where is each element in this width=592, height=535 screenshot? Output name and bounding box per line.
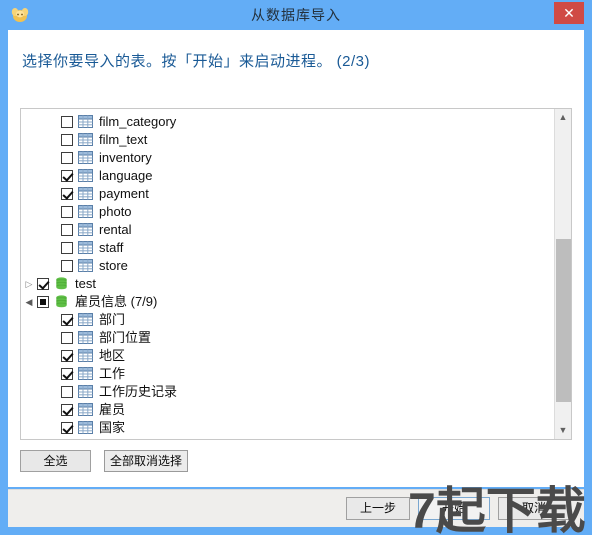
table-icon [78, 259, 93, 273]
table-icon [78, 169, 93, 183]
table-icon [78, 151, 93, 165]
tree-row-label: 部门 [99, 311, 126, 327]
expander-collapsed-icon[interactable]: ▷ [21, 275, 37, 293]
row-checkbox-checked[interactable] [61, 349, 73, 362]
tree-row[interactable]: language [21, 166, 554, 184]
table-icon [78, 421, 93, 435]
table-icon [78, 349, 93, 363]
row-checkbox-checked[interactable] [61, 169, 73, 182]
table-icon [78, 205, 93, 219]
table-icon [78, 115, 93, 129]
tree-row-label: payment [99, 185, 149, 201]
close-icon[interactable]: ✕ [554, 2, 584, 24]
row-checkbox-checked[interactable] [61, 313, 73, 326]
tree-row[interactable]: 国家 [21, 418, 554, 436]
tree-row[interactable]: ◀ 雇员信息 (7/9) [21, 292, 554, 310]
select-all-button[interactable]: 全选 [20, 450, 91, 472]
row-checkbox-checked[interactable] [61, 421, 73, 434]
row-checkbox-checked[interactable] [61, 367, 73, 380]
start-button[interactable]: 开始 [418, 497, 490, 520]
tree-row[interactable]: 工作 [21, 364, 554, 382]
import-from-database-dialog: 从数据库导入 ✕ 选择你要导入的表。按「开始」来启动进程。 (2/3) film… [0, 0, 592, 535]
window-title: 从数据库导入 [251, 7, 341, 23]
tree-row-label: film_text [99, 131, 148, 147]
tree-row[interactable]: 部门 [21, 310, 554, 328]
row-checkbox-checked[interactable] [61, 403, 73, 416]
database-icon [54, 295, 69, 308]
deselect-all-button[interactable]: 全部取消选择 [104, 450, 188, 472]
row-checkbox-partial[interactable] [37, 295, 49, 308]
table-icon [78, 133, 93, 147]
tree-row[interactable]: 工作历史记录 [21, 382, 554, 400]
table-icon [78, 367, 93, 381]
scroll-down-arrow-icon[interactable]: ▼ [555, 422, 571, 439]
instruction-label: 选择你要导入的表。按「开始」来启动进程。 (2/3) [22, 53, 371, 70]
tree-row-label: store [99, 257, 128, 273]
tree-row[interactable]: 部门位置 [21, 328, 554, 346]
table-icon [78, 403, 93, 417]
table-icon [78, 241, 93, 255]
tree-row[interactable]: inventory [21, 148, 554, 166]
scroll-up-arrow-icon[interactable]: ▲ [555, 109, 571, 126]
table-tree-listbox[interactable]: film_category film_text inventory language p… [20, 108, 572, 440]
tree-row-label: photo [99, 203, 132, 219]
tree-row-label: 雇员 [99, 401, 126, 417]
tree-row[interactable]: ▷ test [21, 274, 554, 292]
table-icon [78, 223, 93, 237]
tree-rows-container: film_category film_text inventory language p… [21, 112, 554, 436]
tree-row-label: 工作 [99, 365, 126, 381]
content-pane: 选择你要导入的表。按「开始」来启动进程。 (2/3) film_category… [8, 30, 584, 487]
tree-row-label: inventory [99, 149, 152, 165]
row-checkbox-unchecked[interactable] [61, 259, 73, 272]
tree-row[interactable]: film_category [21, 112, 554, 130]
tree-row-label: rental [99, 221, 132, 237]
tree-row[interactable]: photo [21, 202, 554, 220]
table-icon [78, 313, 93, 327]
tree-row-label: language [99, 167, 153, 183]
tree-row[interactable]: payment [21, 184, 554, 202]
cancel-button[interactable]: 取消 [498, 497, 570, 520]
scrollbar-thumb[interactable] [556, 239, 571, 402]
tree-row[interactable]: film_text [21, 130, 554, 148]
row-checkbox-unchecked[interactable] [61, 241, 73, 254]
tree-row-label: 部门位置 [99, 329, 152, 345]
row-checkbox-unchecked[interactable] [61, 151, 73, 164]
tree-row-label: 地区 [99, 347, 126, 363]
row-checkbox-checked[interactable] [61, 187, 73, 200]
tree-row[interactable]: staff [21, 238, 554, 256]
row-checkbox-unchecked[interactable] [61, 133, 73, 146]
row-checkbox-unchecked[interactable] [61, 115, 73, 128]
tree-row-label: 工作历史记录 [99, 383, 178, 399]
table-icon [78, 331, 93, 345]
tree-row-label: staff [99, 239, 124, 255]
table-icon [78, 187, 93, 201]
tree-row[interactable]: rental [21, 220, 554, 238]
tree-row[interactable]: 地区 [21, 346, 554, 364]
row-checkbox-unchecked[interactable] [61, 205, 73, 218]
database-icon [54, 277, 69, 290]
tree-row-label: film_category [99, 113, 177, 129]
tree-row-label: test [75, 275, 96, 291]
list-scrollbar[interactable]: ▲ ▼ [554, 109, 571, 439]
row-checkbox-unchecked[interactable] [61, 223, 73, 236]
row-checkbox-unchecked[interactable] [61, 385, 73, 398]
tree-row[interactable]: 雇员 [21, 400, 554, 418]
tree-row-label: 雇员信息 (7/9) [75, 293, 158, 309]
tree-row[interactable]: store [21, 256, 554, 274]
expander-expanded-icon[interactable]: ◀ [21, 293, 37, 311]
title-bar: 从数据库导入 ✕ [0, 0, 592, 30]
previous-step-button[interactable]: 上一步 [346, 497, 410, 520]
table-icon [78, 385, 93, 399]
row-checkbox-checked[interactable] [37, 277, 49, 290]
row-checkbox-unchecked[interactable] [61, 331, 73, 344]
tree-row-label: 国家 [99, 419, 126, 435]
